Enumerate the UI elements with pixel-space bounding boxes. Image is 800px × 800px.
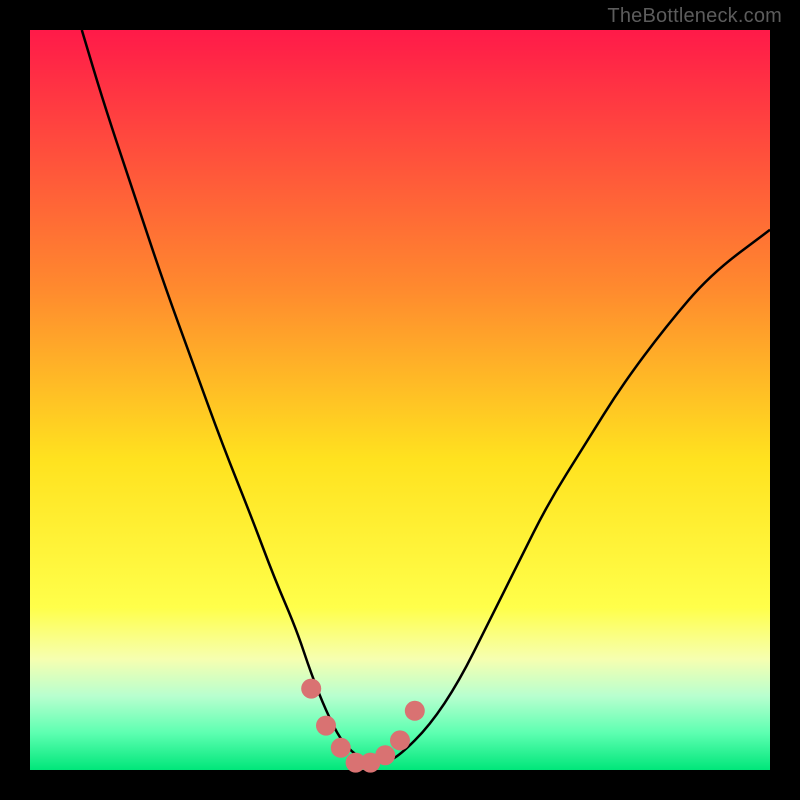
marker-dot xyxy=(316,716,336,736)
marker-dot xyxy=(375,745,395,765)
marker-dot xyxy=(331,738,351,758)
watermark-text: TheBottleneck.com xyxy=(607,5,782,28)
marker-dot xyxy=(301,679,321,699)
marker-dot xyxy=(405,701,425,721)
marker-dot xyxy=(390,730,410,750)
chart-canvas xyxy=(0,0,800,800)
plot-area xyxy=(30,30,770,770)
